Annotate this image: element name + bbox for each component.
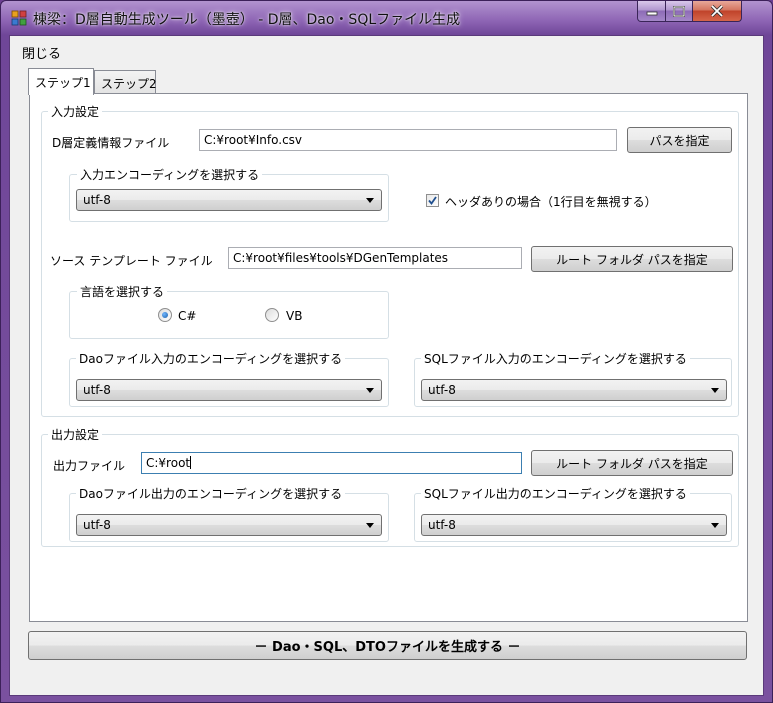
header-checkbox[interactable] xyxy=(426,194,439,207)
sql-output-encoding-group: SQLファイル出力のエンコーディングを選択する utf-8 xyxy=(414,485,732,542)
template-label: ソース テンプレート ファイル xyxy=(50,254,213,268)
sql-input-encoding-legend: SQLファイル入力のエンコーディングを選択する xyxy=(421,350,690,367)
output-root-folder-button[interactable]: ルート フォルダ パスを指定 xyxy=(531,450,733,476)
radio-vb[interactable] xyxy=(265,308,279,322)
dao-input-encoding-select[interactable]: utf-8 xyxy=(76,379,382,401)
output-file-input[interactable]: C:¥root xyxy=(141,452,522,474)
language-group: 言語を選択する C# VB xyxy=(69,283,389,339)
input-encoding-legend: 入力エンコーディングを選択する xyxy=(77,166,263,183)
application-window: 棟梁：D層自動生成ツール（墨壺） - D層、Dao・SQLファイル生成 閉じる … xyxy=(0,0,773,703)
chevron-down-icon xyxy=(366,388,374,393)
output-settings-legend: 出力設定 xyxy=(48,426,103,443)
input-encoding-value: utf-8 xyxy=(83,193,111,207)
maximize-icon xyxy=(673,5,685,17)
template-root-folder-button[interactable]: ルート フォルダ パスを指定 xyxy=(531,246,733,272)
header-checkbox-label[interactable]: ヘッダありの場合（1行目を無視する） xyxy=(445,193,657,210)
dao-output-encoding-select[interactable]: utf-8 xyxy=(76,514,382,536)
dao-output-encoding-legend: Daoファイル出力のエンコーディングを選択する xyxy=(76,485,346,502)
client-area: 閉じる ステップ1 ステップ2 入力設定 D層定義情報ファイル C:¥root¥… xyxy=(9,35,764,696)
radio-csharp[interactable] xyxy=(158,308,172,322)
minimize-icon xyxy=(646,11,657,16)
generate-files-button[interactable]: － Dao・SQL、DTOファイルを生成する － xyxy=(28,631,747,660)
text-caret xyxy=(190,456,192,469)
radio-vb-label[interactable]: VB xyxy=(286,309,302,323)
input-encoding-group: 入力エンコーディングを選択する utf-8 xyxy=(69,166,389,222)
maximize-button[interactable] xyxy=(666,1,693,22)
chevron-down-icon xyxy=(366,198,374,203)
tab-panel-step1: 入力設定 D層定義情報ファイル C:¥root¥Info.csv パスを指定 入… xyxy=(29,93,748,622)
caption-buttons xyxy=(637,1,742,23)
window-title: 棟梁：D層自動生成ツール（墨壺） - D層、Dao・SQLファイル生成 xyxy=(33,12,461,28)
dlayer-file-label: D層定義情報ファイル xyxy=(52,136,170,150)
menu-bar: 閉じる xyxy=(10,36,763,62)
template-path-input[interactable]: C:¥root¥files¥tools¥DGenTemplates xyxy=(228,247,522,269)
sql-output-encoding-select[interactable]: utf-8 xyxy=(421,514,727,536)
chevron-down-icon xyxy=(711,388,719,393)
checkmark-icon xyxy=(428,196,437,205)
close-icon xyxy=(710,5,724,17)
chevron-down-icon xyxy=(711,523,719,528)
input-encoding-select[interactable]: utf-8 xyxy=(76,189,382,211)
dao-output-encoding-value: utf-8 xyxy=(83,518,111,532)
app-icon xyxy=(11,10,27,26)
sql-input-encoding-select[interactable]: utf-8 xyxy=(421,379,727,401)
menu-close[interactable]: 閉じる xyxy=(22,43,61,62)
sql-input-encoding-group: SQLファイル入力のエンコーディングを選択する utf-8 xyxy=(414,350,732,407)
language-legend: 言語を選択する xyxy=(77,283,168,300)
minimize-button[interactable] xyxy=(637,1,666,22)
input-settings-legend: 入力設定 xyxy=(48,103,103,120)
dao-input-encoding-value: utf-8 xyxy=(83,383,111,397)
output-file-value: C:¥root xyxy=(146,456,191,470)
input-settings-group: 入力設定 D層定義情報ファイル C:¥root¥Info.csv パスを指定 入… xyxy=(41,103,739,417)
path-select-button[interactable]: パスを指定 xyxy=(627,127,732,153)
title-bar[interactable]: 棟梁：D層自動生成ツール（墨壺） - D層、Dao・SQLファイル生成 xyxy=(1,1,772,35)
radio-csharp-label[interactable]: C# xyxy=(178,309,196,323)
sql-output-encoding-legend: SQLファイル出力のエンコーディングを選択する xyxy=(421,485,690,502)
output-file-label: 出力ファイル xyxy=(53,459,126,473)
tab-step2[interactable]: ステップ2 xyxy=(94,70,157,94)
dao-input-encoding-legend: Daoファイル入力のエンコーディングを選択する xyxy=(76,350,346,367)
tab-step1[interactable]: ステップ1 xyxy=(28,68,94,95)
dao-input-encoding-group: Daoファイル入力のエンコーディングを選択する utf-8 xyxy=(69,350,389,407)
sql-output-encoding-value: utf-8 xyxy=(428,518,456,532)
chevron-down-icon xyxy=(366,523,374,528)
output-settings-group: 出力設定 出力ファイル C:¥root ルート フォルダ パスを指定 Daoファ… xyxy=(41,426,739,547)
dlayer-file-input[interactable]: C:¥root¥Info.csv xyxy=(199,129,617,151)
sql-input-encoding-value: utf-8 xyxy=(428,383,456,397)
dao-output-encoding-group: Daoファイル出力のエンコーディングを選択する utf-8 xyxy=(69,485,389,542)
close-window-button[interactable] xyxy=(693,1,742,22)
